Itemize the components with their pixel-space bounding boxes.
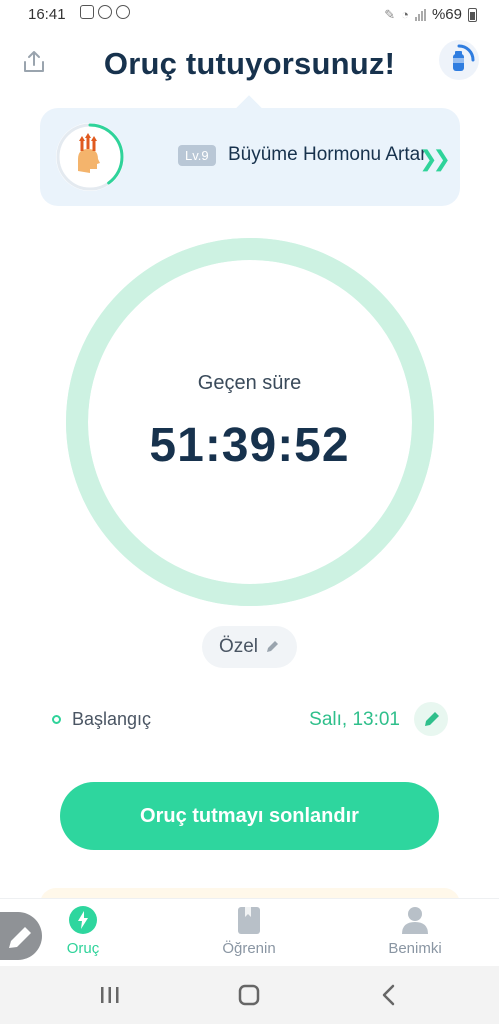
pencil-icon xyxy=(267,641,279,652)
elapsed-label: Geçen süre xyxy=(197,372,302,394)
download-icon xyxy=(116,5,130,19)
pencil-icon xyxy=(9,927,31,948)
stage-card[interactable]: Lv.9 Büyüme Hormonu Artar ❯❯ xyxy=(40,108,460,206)
signal-icon xyxy=(414,8,426,21)
nav-label: Öğrenin xyxy=(222,940,276,957)
start-dot-icon xyxy=(52,715,61,724)
status-bar: 16:41 ✎ ◔ %69 xyxy=(0,0,499,30)
stage-title: Büyüme Hormonu Artar xyxy=(228,144,427,165)
nav-tab-learn[interactable]: Öğrenin xyxy=(189,905,309,957)
water-bottle-icon[interactable] xyxy=(439,40,479,80)
notification-icons xyxy=(80,5,130,19)
system-navigation-bar xyxy=(0,966,499,1024)
person-icon xyxy=(400,905,430,935)
double-chevron-right-icon[interactable]: ❯❯ xyxy=(419,146,451,172)
nav-tab-profile[interactable]: Benimki xyxy=(355,905,475,957)
battery-percent: %69 xyxy=(431,6,462,23)
whatsapp-icon xyxy=(98,5,112,19)
level-badge: Lv.9 xyxy=(178,145,216,166)
bottom-navigation: Oruç Öğrenin Benimki xyxy=(0,898,499,967)
edit-start-button[interactable] xyxy=(414,702,448,736)
start-label: Başlangıç xyxy=(72,709,152,729)
pencil-icon xyxy=(425,712,439,726)
recent-apps-icon[interactable] xyxy=(95,982,125,1008)
nav-label: Benimki xyxy=(388,940,442,957)
wifi-icon: ◔ xyxy=(401,7,409,22)
system-status: ✎ ◔ %69 xyxy=(384,6,477,23)
fast-type-chip[interactable]: Özel xyxy=(202,626,297,668)
gallery-icon xyxy=(80,5,94,19)
page-title: Oruç tutuyorsunuz! xyxy=(103,46,396,81)
battery-icon xyxy=(468,7,477,22)
home-icon[interactable] xyxy=(234,982,264,1008)
elapsed-time: 51:39:52 xyxy=(149,419,350,472)
start-time-row: Başlangıç Salı, 13:01 xyxy=(50,702,450,738)
start-value: Salı, 13:01 xyxy=(309,709,400,730)
back-icon[interactable] xyxy=(374,982,404,1008)
edit-pen-icon: ✎ xyxy=(384,6,396,22)
header: Oruç tutuyorsunuz! xyxy=(0,30,499,100)
book-icon xyxy=(234,905,264,935)
stage-avatar xyxy=(54,121,126,193)
fast-type-label: Özel xyxy=(218,636,259,657)
floating-edit-button[interactable] xyxy=(0,912,42,960)
bolt-icon xyxy=(68,905,98,935)
end-fast-button[interactable]: Oruç tutmayı sonlandır xyxy=(60,782,439,850)
status-time: 16:41 xyxy=(28,6,66,23)
